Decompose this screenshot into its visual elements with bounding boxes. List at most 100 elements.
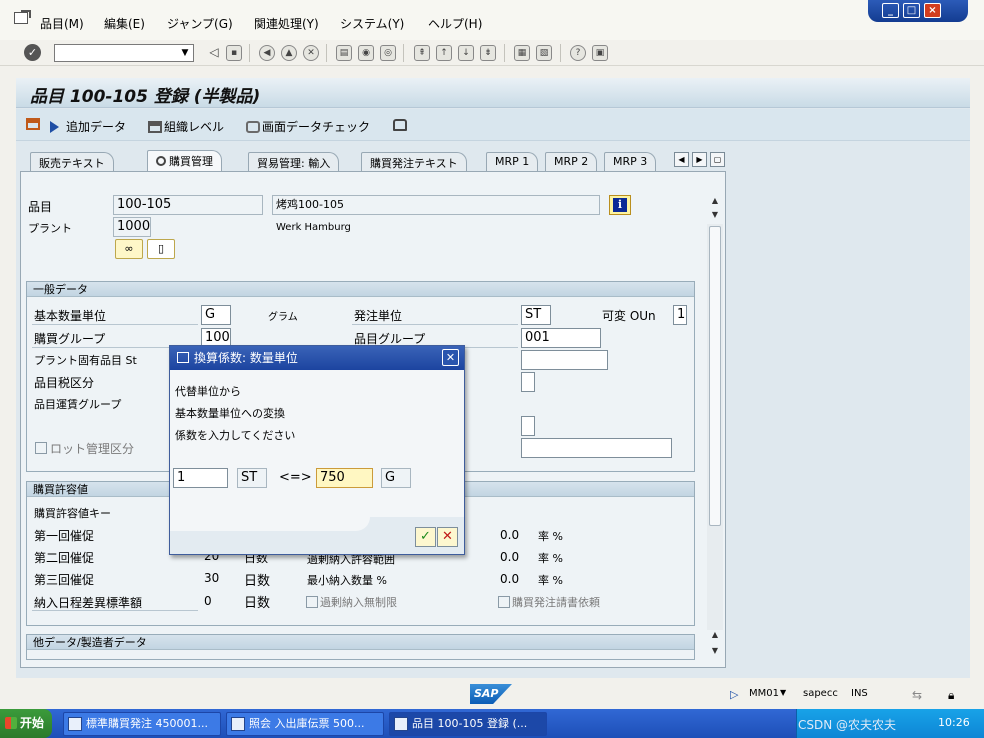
tab-sales-text[interactable]: 販売テキスト	[30, 152, 114, 171]
scroll-up-icon[interactable]: ▲	[707, 194, 723, 208]
first-page-icon[interactable]: ⇞	[414, 45, 430, 61]
tab-mrp1[interactable]: MRP 1	[486, 152, 539, 171]
toolbar-separator	[504, 44, 505, 62]
alt-unit-field: ST	[237, 468, 267, 488]
layout-icon[interactable]: ▣	[592, 45, 608, 61]
tab-foreign-trade-import[interactable]: 貿易管理: 輸入	[248, 152, 340, 171]
tab-scroll-right-icon[interactable]: ▶	[692, 152, 707, 167]
mat-group-field[interactable]: 001	[521, 328, 601, 348]
menu-item-material[interactable]: 品目(M)	[40, 15, 84, 32]
views-icon[interactable]	[26, 117, 42, 131]
back-nav-icon[interactable]: ◀	[259, 45, 275, 61]
print-icon[interactable]: ▤	[336, 45, 352, 61]
tab-purchasing[interactable]: 購買管理	[147, 150, 222, 171]
menu-item-extras[interactable]: 関連処理(Y)	[254, 15, 319, 32]
minimize-button[interactable]: _	[882, 3, 899, 18]
material-label: 品目	[28, 200, 53, 214]
find-next-icon[interactable]: ◎	[380, 45, 396, 61]
alt-qty-field[interactable]: 1	[173, 468, 228, 488]
plant-status-label: プラント固有品目 St	[34, 354, 137, 367]
info-icon: i	[613, 198, 627, 212]
menu-item-goto[interactable]: ジャンプ(G)	[167, 15, 233, 32]
new-session-icon[interactable]: ▦	[514, 45, 530, 61]
org-level-button[interactable]: 組織レベル	[148, 118, 224, 135]
scrollbar-thumb[interactable]	[709, 226, 721, 526]
ack-checkbox[interactable]	[498, 596, 510, 608]
find-icon[interactable]: ◉	[358, 45, 374, 61]
chevron-down-icon[interactable]: ▼	[780, 688, 786, 697]
equals-sign: <=>	[279, 470, 312, 485]
page-title: 品目 100-105 登録 (半製品)	[30, 87, 261, 107]
padlock-icon[interactable]: 🔒︎	[948, 688, 954, 703]
tax-label: 品目税区分	[34, 376, 95, 390]
plant-field: 1000	[113, 217, 151, 237]
scroll-down-icon[interactable]: ▼	[707, 644, 723, 658]
base-qty-field[interactable]: 750	[316, 468, 373, 488]
maximize-button[interactable]: □	[903, 3, 920, 18]
status-expand-icon[interactable]: ▷	[730, 688, 738, 701]
plant-status-field[interactable]	[521, 350, 608, 370]
exit-icon[interactable]: ▲	[281, 45, 297, 61]
arrow-right-icon	[50, 121, 64, 133]
dialog-close-button[interactable]: ✕	[442, 349, 459, 366]
dialog-title: 換算係数: 数量単位	[170, 346, 464, 370]
scroll-down-icon[interactable]: ▼	[707, 208, 723, 222]
general-data-title: 一般データ	[27, 282, 694, 297]
prev-page-icon[interactable]: ↑	[436, 45, 452, 61]
lock-button[interactable]	[393, 118, 409, 132]
scroll-up-icon[interactable]: ▲	[707, 628, 723, 642]
menu-bar: 品目(M) 編集(E) ジャンプ(G) 関連処理(Y) システム(Y) ヘルプ(…	[0, 0, 984, 40]
shortcut-icon[interactable]: ▧	[536, 45, 552, 61]
vertical-scrollbar[interactable]	[707, 224, 723, 630]
task-material[interactable]: 品目 100-105 登録 (...	[389, 712, 547, 736]
clock: 10:26	[938, 716, 970, 729]
task-po[interactable]: 標準購買発注 450001...	[63, 712, 221, 736]
ack-label: 購買発注請書依頼	[512, 596, 600, 609]
org-level-icon	[148, 121, 162, 133]
last-page-icon[interactable]: ⇟	[480, 45, 496, 61]
menu-item-help[interactable]: ヘルプ(H)	[428, 15, 482, 32]
command-field[interactable]: ▼	[54, 44, 194, 62]
next-page-icon[interactable]: ↓	[458, 45, 474, 61]
back-icon[interactable]: ◁	[206, 45, 222, 61]
glasses-icon[interactable]: ∞	[115, 239, 143, 259]
base-uom-field[interactable]: G	[201, 305, 231, 325]
insert-mode: INS	[851, 688, 868, 699]
enter-icon[interactable]: ✓	[24, 44, 41, 61]
rate-label: 率 %	[538, 552, 563, 565]
add-data-label: 追加データ	[66, 120, 127, 134]
confirm-button[interactable]: ✓	[415, 527, 436, 547]
task-goods-doc[interactable]: 照会 入出庫伝票 500...	[226, 712, 384, 736]
freight-field[interactable]	[521, 416, 535, 436]
server-name: sapecc	[803, 688, 838, 699]
tab-mrp3[interactable]: MRP 3	[604, 152, 657, 171]
unlimited-label: 過剰納入無制限	[320, 596, 397, 609]
menu-item-edit[interactable]: 編集(E)	[104, 15, 145, 32]
document-icon[interactable]: ▯	[147, 239, 175, 259]
cancel-icon[interactable]: ✕	[303, 45, 319, 61]
task-material-label: 品目 100-105 登録 (...	[412, 717, 528, 730]
check-data-button[interactable]: 画面データチェック	[246, 118, 370, 135]
menu-item-system[interactable]: システム(Y)	[340, 15, 404, 32]
unlimited-checkbox[interactable]	[306, 596, 318, 608]
menu-icon[interactable]	[14, 10, 31, 24]
tax-field[interactable]	[521, 372, 535, 392]
batch-checkbox[interactable]	[35, 442, 47, 454]
tab-scroll-left-icon[interactable]: ◀	[674, 152, 689, 167]
close-button[interactable]: ×	[924, 3, 941, 18]
deviation-unit: 日数	[244, 596, 271, 611]
save-icon[interactable]: ▪	[226, 45, 242, 61]
chevron-down-icon[interactable]: ▼	[179, 47, 191, 59]
other-field[interactable]	[521, 438, 672, 458]
freight-label: 品目運賃グループ	[34, 398, 122, 411]
cancel-button[interactable]: ✕	[437, 527, 458, 547]
tab-purchase-order-text[interactable]: 購買発注テキスト	[361, 152, 467, 171]
reminder2-label: 第二回催促	[34, 551, 95, 565]
info-button[interactable]: i	[609, 195, 631, 215]
tab-list-icon[interactable]: ▢	[710, 152, 725, 167]
var-oun-field[interactable]: 1	[673, 305, 687, 325]
order-unit-field[interactable]: ST	[521, 305, 551, 325]
help-icon[interactable]: ?	[570, 45, 586, 61]
add-data-button[interactable]: 追加データ	[50, 118, 126, 135]
tab-mrp2[interactable]: MRP 2	[545, 152, 598, 171]
